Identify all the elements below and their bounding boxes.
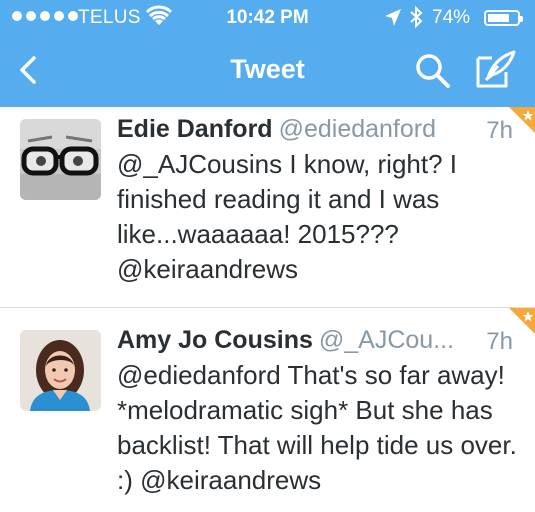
tweet-text: @_AJCousins I know, right? I finished re… — [117, 149, 457, 284]
user-name[interactable]: Edie Danford — [117, 115, 273, 143]
tweet-header: Edie Danford @ediedanford — [117, 115, 515, 144]
star-icon — [509, 107, 535, 133]
status-bar: TELUS 10:42 PM 74% — [0, 0, 535, 36]
search-button[interactable] — [412, 50, 454, 92]
tweet-header: Amy Jo Cousins @_AJCou... — [117, 326, 515, 355]
bluetooth-icon — [408, 5, 424, 35]
star-icon — [509, 308, 535, 334]
compose-button[interactable] — [472, 48, 520, 92]
user-handle[interactable]: @ediedanford — [279, 115, 436, 143]
page-title: Tweet — [230, 54, 305, 84]
tweet-item[interactable]: Amy Jo Cousins @_AJCou... 7h @ediedanford… — [0, 308, 535, 512]
search-icon — [416, 54, 450, 88]
tweet-text: @ediedanford That's so far away! *melodr… — [117, 360, 517, 495]
user-name[interactable]: Amy Jo Cousins — [117, 326, 313, 354]
battery-percentage: 74% — [432, 7, 471, 28]
avatar[interactable] — [20, 119, 101, 200]
user-handle[interactable]: @_AJCou... — [319, 326, 454, 354]
avatar-woman-photo — [20, 330, 101, 411]
location-arrow-icon — [384, 6, 402, 34]
avatar[interactable] — [20, 330, 101, 411]
compose-icon — [476, 50, 516, 88]
battery-icon — [484, 10, 523, 26]
app-header: TELUS 10:42 PM 74% Tweet — [0, 0, 535, 107]
battery-fill — [488, 14, 509, 22]
avatar-glasses-photo — [20, 119, 101, 200]
navigation-bar: Tweet — [0, 36, 535, 107]
tweet-item[interactable]: Edie Danford @ediedanford 7h @_AJCousins … — [0, 107, 535, 308]
